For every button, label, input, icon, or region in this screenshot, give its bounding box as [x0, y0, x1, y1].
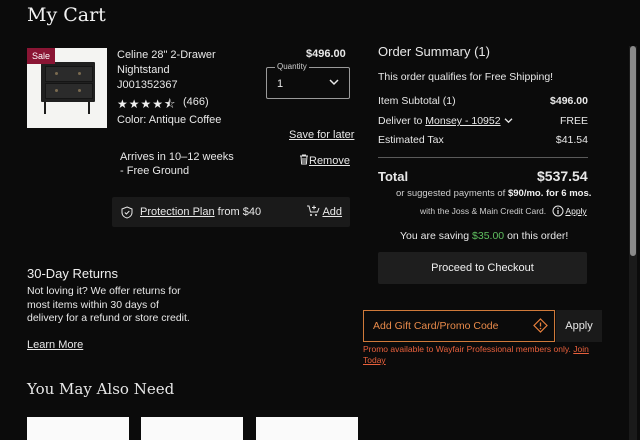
promo-code-input[interactable]: Add Gift Card/Promo Code [363, 310, 555, 342]
quantity-label: Quantity [275, 62, 309, 71]
total-value: $537.54 [537, 168, 588, 184]
promo-note: Promo available to Wayfair Professional … [363, 344, 589, 365]
suggested-payment: or suggested payments of $90/mo. for 6 m… [396, 188, 592, 199]
chevron-down-icon[interactable] [504, 117, 513, 124]
delivery-estimate: Arrives in 10–12 weeks - Free Ground [120, 151, 234, 177]
product-price: $496.00 [306, 48, 346, 60]
recommended-product-image[interactable] [141, 417, 243, 440]
remove-label: Remove [309, 155, 350, 167]
deliver-to-row: Deliver to Monsey - 10952 FREE [378, 115, 588, 127]
info-icon[interactable] [552, 205, 564, 217]
promo-apply-button[interactable]: Apply [556, 310, 602, 342]
protection-plan-bar: Protection Plan from $40 Add [112, 197, 350, 227]
savings-message: You are saving $35.00 on this order! [400, 230, 569, 242]
remove-button[interactable]: Remove [299, 154, 350, 167]
promo-placeholder: Add Gift Card/Promo Code [373, 320, 499, 332]
protection-plan-link[interactable]: Protection Plan [140, 206, 215, 218]
protection-plan-price: from $40 [217, 206, 262, 218]
page-title: My Cart [27, 4, 106, 26]
add-label: Add [322, 206, 343, 218]
recommended-product-image[interactable] [256, 417, 358, 440]
also-need-heading: You May Also Need [27, 380, 175, 398]
trash-icon [300, 154, 308, 165]
quantity-select[interactable]: Quantity 1 [266, 62, 350, 99]
proceed-to-checkout-button[interactable]: Proceed to Checkout [378, 252, 587, 284]
total-label: Total [378, 169, 409, 184]
returns-heading: 30-Day Returns [27, 266, 119, 281]
add-protection-button[interactable]: Add [306, 205, 342, 218]
product-name[interactable]: Celine 28" 2-Drawer Nightstand J00135236… [117, 48, 247, 93]
product-sku: J001352367 [117, 79, 178, 91]
summary-divider [378, 157, 588, 158]
cart-plus-icon [307, 205, 320, 216]
quantity-value: 1 [277, 78, 284, 90]
warning-icon [533, 318, 548, 333]
order-summary-heading: Order Summary (1) [378, 44, 490, 59]
learn-more-link[interactable]: Learn More [27, 339, 83, 351]
sale-badge: Sale [27, 48, 56, 64]
scrollbar[interactable] [629, 46, 637, 440]
tax-row: Estimated Tax $41.54 [378, 134, 588, 146]
rating-stars: ★★★★⯪ [117, 97, 177, 111]
credit-card-offer: with the Joss & Main Credit Card. Apply [420, 205, 587, 217]
nightstand-illustration [41, 62, 95, 102]
returns-text: Not loving it? We offer returns for most… [27, 285, 190, 324]
save-for-later-link[interactable]: Save for later [289, 129, 354, 141]
chevron-down-icon [329, 79, 339, 86]
shield-check-icon [121, 206, 133, 219]
credit-apply-link[interactable]: Apply [565, 206, 586, 216]
scrollbar-thumb[interactable] [630, 46, 636, 256]
product-color: Color: Antique Coffee [117, 114, 222, 126]
subtotal-row: Item Subtotal (1) $496.00 [378, 95, 588, 107]
review-count[interactable]: (466) [183, 96, 209, 108]
recommended-product-image[interactable] [27, 417, 129, 440]
product-image[interactable]: Sale [27, 48, 107, 128]
free-shipping-message: This order qualifies for Free Shipping! [378, 71, 554, 83]
deliver-location-link[interactable]: Monsey - 10952 [425, 115, 500, 127]
